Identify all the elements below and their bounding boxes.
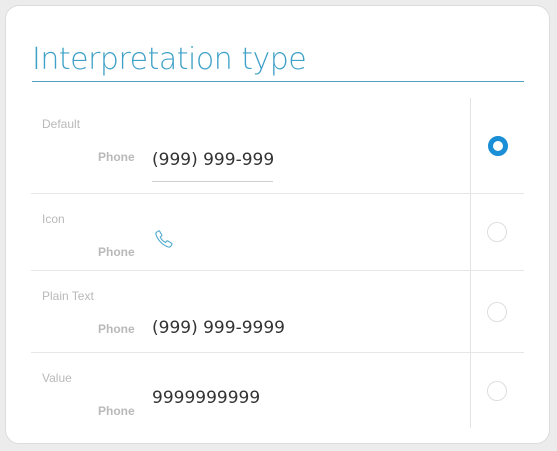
phone-raw-value: 9999999999	[152, 388, 261, 408]
row-divider	[31, 193, 524, 194]
option-value-label: Value	[42, 371, 72, 385]
phone-field-label: Phone	[98, 404, 135, 418]
option-plain-text-label: Plain Text	[42, 289, 94, 303]
phone-icon	[155, 230, 173, 248]
phone-plain-text-value: (999) 999-9999	[152, 318, 285, 338]
option-icon-radio[interactable]	[487, 222, 507, 242]
option-default-label: Default	[42, 117, 81, 131]
row-divider	[31, 352, 524, 353]
page-title: Interpretation type	[32, 40, 524, 82]
option-icon-label: Icon	[42, 212, 65, 226]
phone-field-label: Phone	[98, 245, 135, 259]
phone-field-label: Phone	[98, 150, 135, 164]
row-divider	[31, 270, 524, 271]
phone-field-label: Phone	[98, 322, 135, 336]
option-value-radio[interactable]	[487, 381, 507, 401]
option-plain-text-radio[interactable]	[487, 302, 507, 322]
phone-input[interactable]: (999) 999-9999	[152, 146, 273, 182]
option-default-radio[interactable]	[488, 136, 508, 156]
